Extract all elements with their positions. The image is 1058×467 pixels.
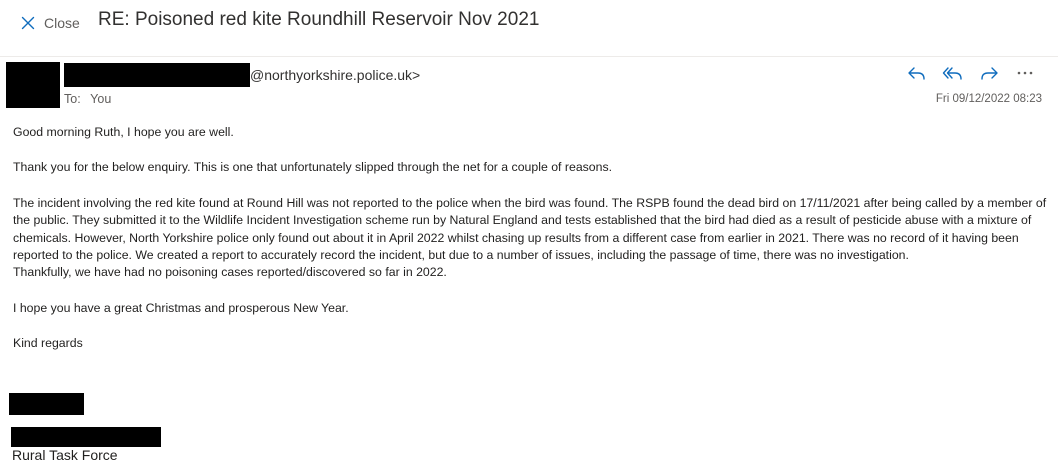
- body-paragraph-4: I hope you have a great Christmas and pr…: [13, 300, 349, 315]
- close-icon: [21, 16, 35, 30]
- forward-button[interactable]: [976, 62, 1002, 84]
- more-actions-button[interactable]: [1012, 62, 1038, 84]
- email-reading-pane: Close RE: Poisoned red kite Roundhill Re…: [0, 0, 1058, 467]
- reply-all-button[interactable]: [940, 62, 966, 84]
- signature-name-redacted: [9, 393, 84, 415]
- reply-all-icon: [942, 67, 962, 80]
- recipients-line: To: You: [64, 92, 111, 106]
- signature-organisation: Rural Task Force: [12, 447, 118, 463]
- reply-icon: [908, 67, 925, 80]
- close-button[interactable]: Close: [20, 12, 80, 34]
- body-signoff: Kind regards: [13, 336, 83, 351]
- email-body: Good morning Ruth, I hope you are well. …: [13, 124, 1051, 371]
- sender-line[interactable]: @northyorkshire.police.uk>: [64, 63, 420, 87]
- sender-avatar-redacted: [6, 62, 60, 108]
- reply-button[interactable]: [904, 62, 930, 84]
- header-divider: [0, 56, 1058, 57]
- to-label: To:: [64, 92, 81, 106]
- body-paragraph-2: The incident involving the red kite foun…: [13, 195, 1047, 263]
- body-paragraph-3: Thankfully, we have had no poisoning cas…: [13, 265, 447, 280]
- message-actions: [904, 62, 1038, 84]
- sender-email-domain: @northyorkshire.police.uk>: [250, 67, 421, 83]
- more-icon: [1017, 71, 1033, 75]
- close-label: Close: [44, 15, 80, 31]
- body-greeting: Good morning Ruth, I hope you are well.: [13, 125, 234, 139]
- email-header: Close RE: Poisoned red kite Roundhill Re…: [0, 0, 1058, 46]
- to-recipient[interactable]: You: [90, 92, 111, 106]
- sender-name-redacted: [64, 63, 250, 87]
- sent-date: Fri 09/12/2022 08:23: [935, 93, 1042, 105]
- body-paragraph-1: Thank you for the below enquiry. This is…: [13, 160, 613, 175]
- signature-title-redacted: [11, 427, 161, 447]
- forward-icon: [981, 67, 998, 80]
- email-subject: RE: Poisoned red kite Roundhill Reservoi…: [98, 9, 540, 30]
